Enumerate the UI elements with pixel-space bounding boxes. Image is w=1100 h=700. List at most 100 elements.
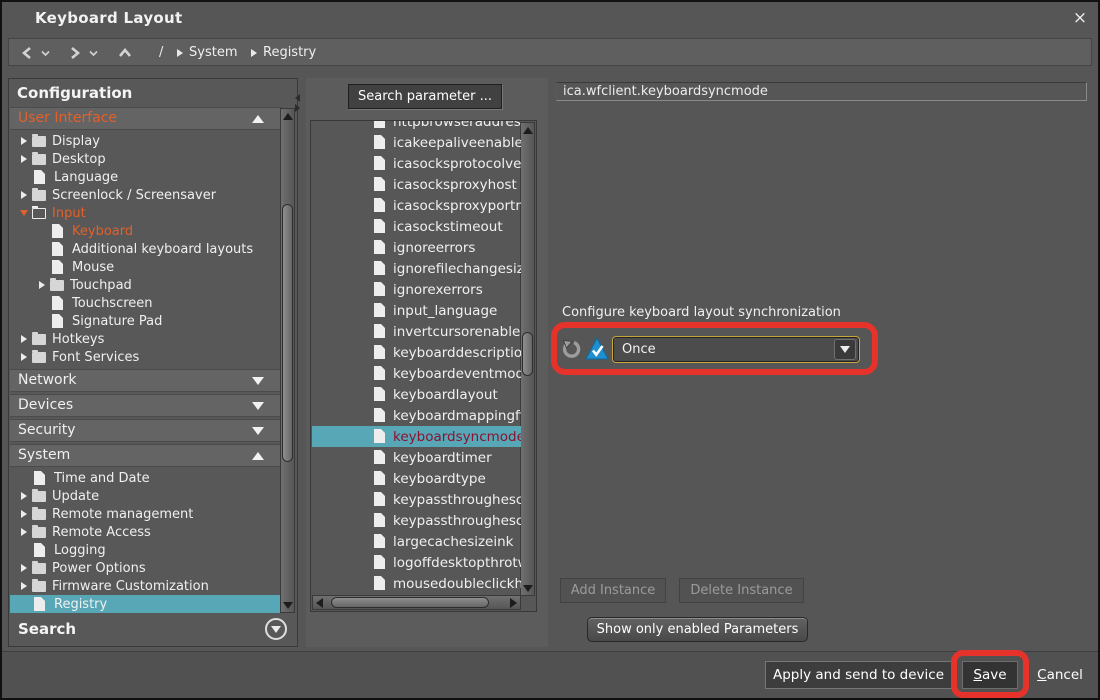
delete-instance-button[interactable]: Delete Instance bbox=[679, 578, 804, 603]
nav-up-icon[interactable] bbox=[117, 45, 133, 61]
parameter-path-field[interactable]: ica.wfclient.keyboardsyncmode bbox=[556, 82, 1087, 101]
param-list-item[interactable]: keyboardtype bbox=[312, 468, 521, 489]
expand-right-icon[interactable] bbox=[16, 137, 32, 145]
tree-item[interactable]: Power Options bbox=[10, 559, 282, 577]
param-list-item[interactable]: keyboardeventmode bbox=[312, 363, 521, 384]
panel-splitter[interactable] bbox=[295, 94, 300, 112]
param-list-item[interactable]: invertcursorenabled bbox=[312, 321, 521, 342]
search-parameter-button[interactable]: Search parameter ... bbox=[348, 84, 502, 109]
tree-item[interactable]: Touchscreen bbox=[10, 294, 282, 312]
param-list-item[interactable]: ignorexerrors bbox=[312, 279, 521, 300]
add-instance-button[interactable]: Add Instance bbox=[560, 578, 666, 603]
expand-right-icon[interactable] bbox=[16, 510, 32, 518]
apply-send-button[interactable]: Apply and send to device bbox=[765, 661, 952, 689]
reset-to-default-icon[interactable] bbox=[561, 339, 581, 359]
param-list-item[interactable]: logoffdesktopthrotwi bbox=[312, 552, 521, 573]
section-user-interface[interactable]: User Interface bbox=[10, 107, 282, 130]
expand-right-icon[interactable] bbox=[16, 155, 32, 163]
param-list-item[interactable]: keyboarddescription bbox=[312, 342, 521, 363]
param-list-item[interactable]: mousedoubleclickhe bbox=[312, 573, 521, 594]
param-list-item[interactable]: keyboardmappingfile bbox=[312, 405, 521, 426]
expand-search-icon[interactable] bbox=[265, 618, 287, 640]
nav-forward-icon[interactable] bbox=[67, 45, 83, 61]
tree-item[interactable]: Input bbox=[10, 204, 282, 222]
expand-right-icon[interactable] bbox=[16, 564, 32, 572]
section-security[interactable]: Security bbox=[10, 419, 282, 442]
scroll-right-icon[interactable] bbox=[510, 598, 517, 608]
param-list-item[interactable]: icakeepaliveenabled bbox=[312, 132, 521, 153]
scroll-left-icon[interactable] bbox=[316, 598, 323, 608]
tree-item[interactable]: Language bbox=[10, 168, 282, 186]
tree-item[interactable]: Hotkeys bbox=[10, 330, 282, 348]
param-list-item-label: keypassthroughesca bbox=[393, 492, 521, 508]
param-list-item[interactable]: ignorefilechangesize bbox=[312, 258, 521, 279]
breadcrumb-system[interactable]: System bbox=[177, 45, 237, 60]
section-devices[interactable]: Devices bbox=[10, 394, 282, 417]
tree-item[interactable]: Remote management bbox=[10, 505, 282, 523]
param-list-item[interactable]: icasockstimeout bbox=[312, 216, 521, 237]
tree-item[interactable]: Update bbox=[10, 487, 282, 505]
file-icon bbox=[374, 219, 386, 234]
expand-right-icon[interactable] bbox=[16, 582, 32, 590]
sidebar-title: Configuration bbox=[17, 84, 132, 102]
param-list-item[interactable]: httpbrowseraddress bbox=[312, 120, 521, 132]
param-list-item[interactable]: keypassthroughesca bbox=[312, 510, 521, 531]
param-list-item[interactable]: keyboardtimer bbox=[312, 447, 521, 468]
tree-item[interactable]: Touchpad bbox=[10, 276, 282, 294]
nav-forward-history-icon[interactable] bbox=[89, 50, 99, 57]
tree-item[interactable]: Font Services bbox=[10, 348, 282, 366]
show-enabled-parameters-button[interactable]: Show only enabled Parameters bbox=[587, 617, 808, 642]
close-icon[interactable]: × bbox=[1068, 6, 1092, 30]
sidebar-scrollbar[interactable] bbox=[280, 108, 295, 613]
chevron-down-icon[interactable] bbox=[834, 339, 856, 360]
search-section[interactable]: Search bbox=[10, 614, 297, 646]
param-list-item[interactable]: keyboardlayout bbox=[312, 384, 521, 405]
tree-item[interactable]: Screenlock / Screensaver bbox=[10, 186, 282, 204]
scroll-up-icon[interactable] bbox=[523, 127, 533, 134]
scroll-down-icon[interactable] bbox=[283, 602, 293, 609]
param-list-item[interactable]: largecachesizeink bbox=[312, 531, 521, 552]
tree-item[interactable]: Additional keyboard layouts bbox=[10, 240, 282, 258]
param-list-item[interactable]: icasocksproxyportnu bbox=[312, 195, 521, 216]
active-parameter-check-icon[interactable] bbox=[585, 336, 609, 361]
expand-right-icon[interactable] bbox=[34, 281, 50, 289]
nav-back-icon[interactable] bbox=[19, 45, 35, 61]
save-button[interactable]: Save bbox=[962, 661, 1018, 689]
expand-right-icon[interactable] bbox=[16, 335, 32, 343]
expand-right-icon[interactable] bbox=[16, 353, 32, 361]
sync-mode-dropdown[interactable]: Once bbox=[612, 336, 860, 363]
scrollbar-thumb[interactable] bbox=[522, 332, 533, 376]
tree-item[interactable]: Logging bbox=[10, 541, 282, 559]
nav-back-history-icon[interactable] bbox=[41, 50, 51, 57]
expand-right-icon[interactable] bbox=[16, 528, 32, 536]
param-list-item[interactable]: keypassthroughesca bbox=[312, 489, 521, 510]
scroll-down-icon[interactable] bbox=[523, 585, 533, 592]
tree-item[interactable]: Remote Access bbox=[10, 523, 282, 541]
tree-item[interactable]: Firmware Customization bbox=[10, 577, 282, 595]
tree-item[interactable]: Mouse bbox=[10, 258, 282, 276]
expand-right-icon[interactable] bbox=[16, 191, 32, 199]
scrollbar-thumb[interactable] bbox=[282, 204, 293, 462]
expand-down-icon[interactable] bbox=[16, 210, 32, 216]
tree-item[interactable]: Time and Date bbox=[10, 469, 282, 487]
breadcrumb-registry[interactable]: Registry bbox=[251, 45, 316, 60]
tree-item[interactable]: Display bbox=[10, 132, 282, 150]
parameter-list-hscrollbar[interactable] bbox=[312, 595, 521, 610]
section-system[interactable]: System bbox=[10, 444, 282, 467]
tree-item[interactable]: Desktop bbox=[10, 150, 282, 168]
expand-right-icon[interactable] bbox=[16, 492, 32, 500]
tree-item[interactable]: Signature Pad bbox=[10, 312, 282, 330]
scrollbar-thumb[interactable] bbox=[331, 597, 489, 608]
param-list-item[interactable]: input_language bbox=[312, 300, 521, 321]
tree-item[interactable]: Registry bbox=[10, 595, 282, 613]
param-list-item[interactable]: keyboardsyncmode bbox=[312, 426, 521, 447]
param-list-item-label: keypassthroughesca bbox=[393, 513, 521, 529]
parameter-list-vscrollbar[interactable] bbox=[520, 122, 535, 596]
param-list-item[interactable]: ignoreerrors bbox=[312, 237, 521, 258]
tree-item[interactable]: Keyboard bbox=[10, 222, 282, 240]
param-list-item[interactable]: icasocksproxyhost bbox=[312, 174, 521, 195]
cancel-button[interactable]: Cancel bbox=[1030, 661, 1090, 689]
scroll-up-icon[interactable] bbox=[283, 113, 293, 120]
param-list-item[interactable]: icasocksprotocolvers bbox=[312, 153, 521, 174]
section-network[interactable]: Network bbox=[10, 369, 282, 392]
